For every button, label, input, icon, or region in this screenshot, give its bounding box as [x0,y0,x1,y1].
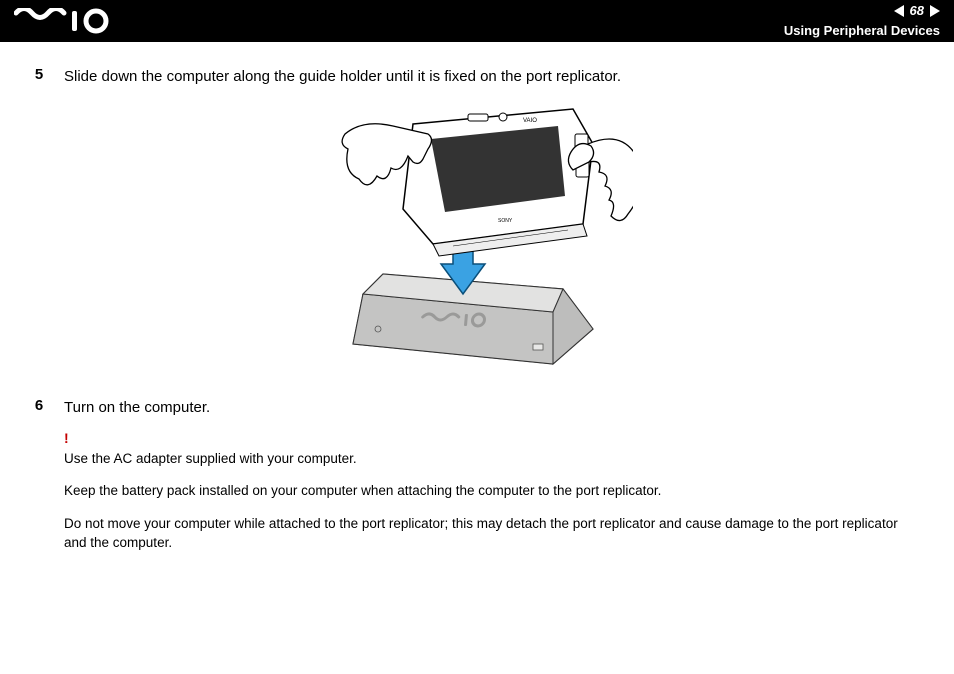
warning-icon: ! [64,429,914,449]
next-page-icon[interactable] [930,5,940,17]
header-right: 68 Using Peripheral Devices [784,2,940,40]
vaio-logo [14,8,124,34]
step-number: 5 [32,66,46,89]
dock-illustration: VAIO SONY [313,99,633,389]
step-text: Slide down the computer along the guide … [64,66,621,89]
illustration-container: VAIO SONY [32,99,914,389]
note-text: Do not move your computer while attached… [64,515,914,553]
step-number: 6 [32,397,46,420]
page-header: 68 Using Peripheral Devices [0,0,954,42]
page-body: 5 Slide down the computer along the guid… [0,42,954,577]
step-6: 6 Turn on the computer. [32,397,914,420]
section-title: Using Peripheral Devices [784,22,940,40]
prev-page-icon[interactable] [894,5,904,17]
svg-text:VAIO: VAIO [523,118,537,124]
svg-text:SONY: SONY [498,218,513,224]
page-nav: 68 [784,2,940,20]
step-5: 5 Slide down the computer along the guid… [32,66,914,89]
page-number: 68 [910,2,924,20]
step-text: Turn on the computer. [64,397,210,420]
caution-notes: ! Use the AC adapter supplied with your … [64,429,914,553]
note-text: Use the AC adapter supplied with your co… [64,450,914,469]
note-text: Keep the battery pack installed on your … [64,482,914,501]
